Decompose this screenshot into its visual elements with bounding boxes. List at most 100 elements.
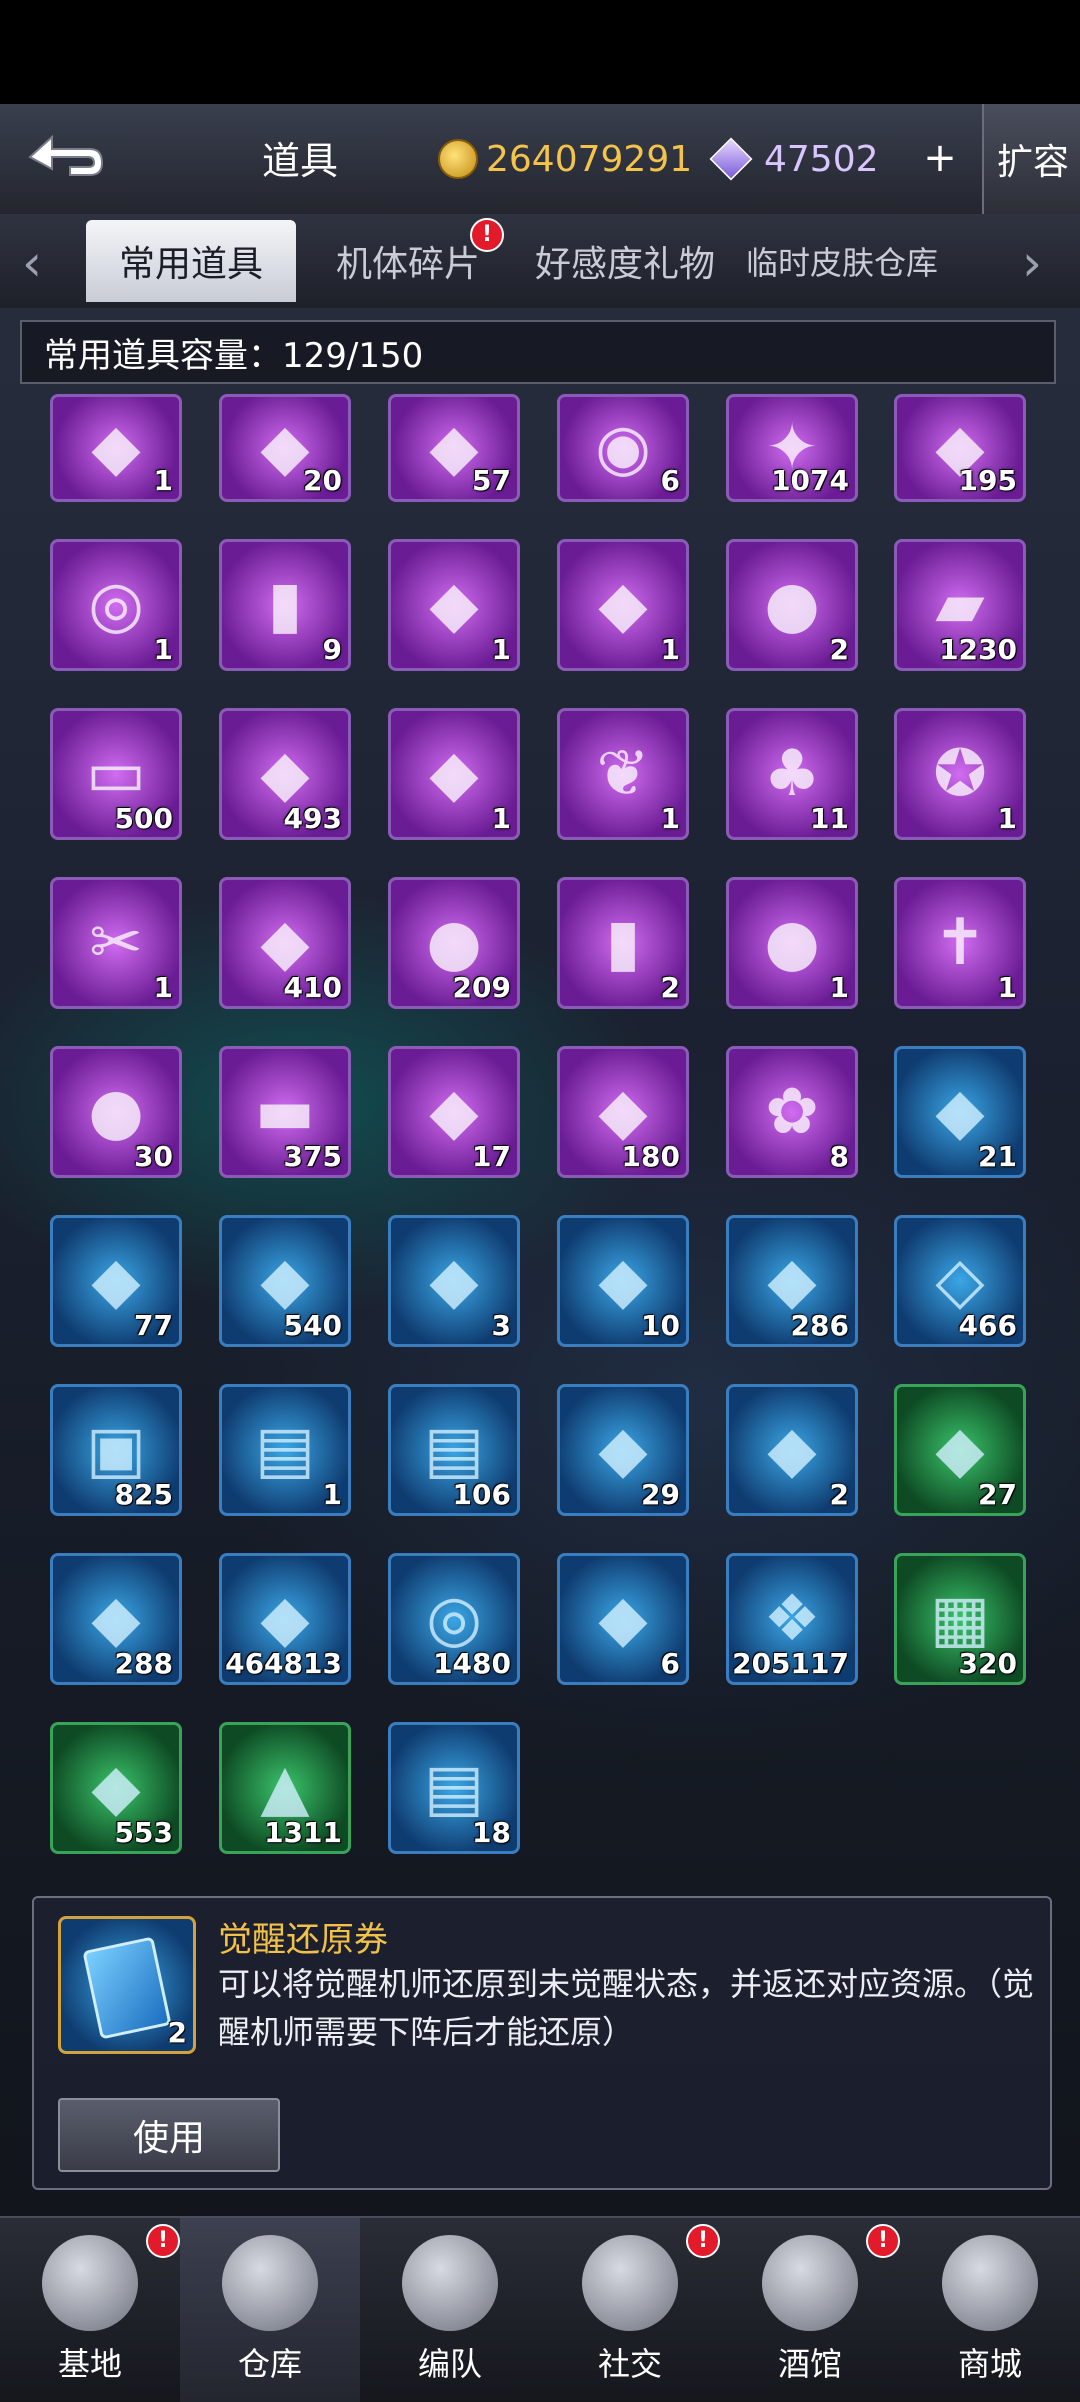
inventory-item[interactable]: ◉ 6 [557,394,689,502]
alert-badge-icon: ! [470,218,504,252]
item-count: 21 [978,1140,1017,1173]
inventory-item[interactable]: ◎ 1 [50,539,182,671]
warehouse-icon [222,2235,318,2331]
tab-label: 临时皮肤仓库 [745,244,938,282]
expand-button[interactable]: 扩容 [982,104,1080,214]
item-count: 205117 [732,1647,849,1680]
inventory-item[interactable]: ◆ 410 [219,877,351,1009]
inventory-item[interactable]: ● 30 [50,1046,182,1178]
item-count: 493 [283,802,342,835]
inventory-item[interactable]: ◆ 286 [726,1215,858,1347]
nav-social[interactable]: 社交 ! [540,2218,720,2402]
inventory-item[interactable]: ▦ 320 [894,1553,1026,1685]
inventory-item[interactable]: ◆ 1 [557,539,689,671]
inventory-item[interactable]: ◆ 1 [388,539,520,671]
inventory-item[interactable]: ✿ 8 [726,1046,858,1178]
alert-badge-icon: ! [146,2224,180,2258]
bottom-nav: 基地 ! 仓库 编队 社交 ! 酒馆 ! 商城 [0,2216,1080,2402]
item-count: 1 [660,802,680,835]
inventory-item[interactable]: ♣ 11 [726,708,858,840]
item-count: 1 [997,971,1017,1004]
inventory-item[interactable]: ▮ 9 [219,539,351,671]
inventory-item[interactable]: ▭ 500 [50,708,182,840]
inventory-item[interactable]: ◆ 21 [894,1046,1026,1178]
inventory-item[interactable]: ◆ 553 [50,1722,182,1854]
item-count: 8 [829,1140,849,1173]
item-count: 320 [958,1647,1017,1680]
add-gem-button[interactable]: + [918,138,962,182]
tab-affection-gifts[interactable]: 好感度礼物 [518,220,732,302]
nav-tavern[interactable]: 酒馆 ! [720,2218,900,2402]
shop-icon [942,2235,1038,2331]
inventory-item[interactable]: ◆ 77 [50,1215,182,1347]
inventory-item[interactable]: ◇ 466 [894,1215,1026,1347]
alert-badge-icon: ! [686,2224,720,2258]
nav-label: 商城 [957,2345,1022,2383]
gold-amount: 264079291 [486,138,693,180]
inventory-item[interactable]: ▬ 375 [219,1046,351,1178]
inventory-item[interactable]: ▤ 106 [388,1384,520,1516]
inventory-item[interactable]: ● 2 [726,539,858,671]
inventory-item[interactable]: ◆ 27 [894,1384,1026,1516]
inventory-item[interactable]: ● 209 [388,877,520,1009]
inventory-item[interactable]: ◆ 540 [219,1215,351,1347]
item-count: 1 [491,633,511,666]
nav-warehouse[interactable]: 仓库 [180,2218,360,2402]
item-count: 1 [997,802,1017,835]
inventory-item[interactable]: ◆ 17 [388,1046,520,1178]
inventory-item[interactable]: ▤ 1 [219,1384,351,1516]
inventory-item[interactable]: ◆ 1 [388,708,520,840]
item-count: 1 [829,971,849,1004]
detail-item-name: 觉醒还原券 [218,1920,388,1960]
inventory-item[interactable]: ❦ 1 [557,708,689,840]
inventory-item[interactable]: ◆ 2 [726,1384,858,1516]
inventory-item[interactable]: ▲ 1311 [219,1722,351,1854]
item-count: 11 [810,802,849,835]
nav-base[interactable]: 基地 ! [0,2218,180,2402]
inventory-item[interactable]: ◆ 29 [557,1384,689,1516]
inventory-item[interactable]: ◆ 288 [50,1553,182,1685]
back-button[interactable] [10,114,120,200]
inventory-item[interactable]: ✪ 1 [894,708,1026,840]
tab-temp-skins[interactable]: 临时皮肤仓库 [736,220,948,302]
diamond-icon [709,137,753,181]
inventory-item[interactable]: ✂ 1 [50,877,182,1009]
inventory-item[interactable]: ◆ 1 [50,394,182,502]
inventory-item[interactable]: ▣ 825 [50,1384,182,1516]
detail-item-description: 可以将觉醒机师还原到未觉醒状态，并返还对应资源。（觉醒机师需要下阵后才能还原） [218,1965,1035,2051]
inventory-item[interactable]: ◆ 3 [388,1215,520,1347]
inventory-item[interactable]: ❖ 205117 [726,1553,858,1685]
nav-shop[interactable]: 商城 [900,2218,1080,2402]
item-count: 1074 [771,464,849,497]
item-count: 288 [114,1647,173,1680]
tab-next-icon[interactable]: › [1022,234,1042,292]
handshake-icon [582,2235,678,2331]
inventory-item[interactable]: ▤ 18 [388,1722,520,1854]
nav-squad[interactable]: 编队 [360,2218,540,2402]
inventory-item[interactable]: ✦ 1074 [726,394,858,502]
use-button[interactable]: 使用 [58,2098,280,2172]
inventory-item[interactable]: ◆ 180 [557,1046,689,1178]
item-count: 464813 [225,1647,342,1680]
inventory-item[interactable]: ◎ 1480 [388,1553,520,1685]
item-count: 1 [660,633,680,666]
item-count: 2 [660,971,680,1004]
nav-label: 社交 [597,2345,662,2383]
inventory-item[interactable]: ◆ 195 [894,394,1026,502]
inventory-item[interactable]: ◆ 20 [219,394,351,502]
tab-common-items[interactable]: 常用道具 [86,220,296,302]
item-count: 553 [114,1816,173,1849]
inventory-item[interactable]: ◆ 6 [557,1553,689,1685]
inventory-item[interactable]: ◆ 464813 [219,1553,351,1685]
inventory-item[interactable]: ▮ 2 [557,877,689,1009]
inventory-item[interactable]: ◆ 10 [557,1215,689,1347]
tab-prev-icon[interactable]: ‹ [22,234,42,292]
item-count: 2 [829,633,849,666]
tab-mecha-fragments[interactable]: 机体碎片 ! [306,218,510,302]
inventory-item[interactable]: ✝ 1 [894,877,1026,1009]
inventory-item[interactable]: ◆ 57 [388,394,520,502]
inventory-item[interactable]: ● 1 [726,877,858,1009]
inventory-item[interactable]: ▰ 1230 [894,539,1026,671]
inventory-item[interactable]: ◆ 493 [219,708,351,840]
item-count: 18 [472,1816,511,1849]
